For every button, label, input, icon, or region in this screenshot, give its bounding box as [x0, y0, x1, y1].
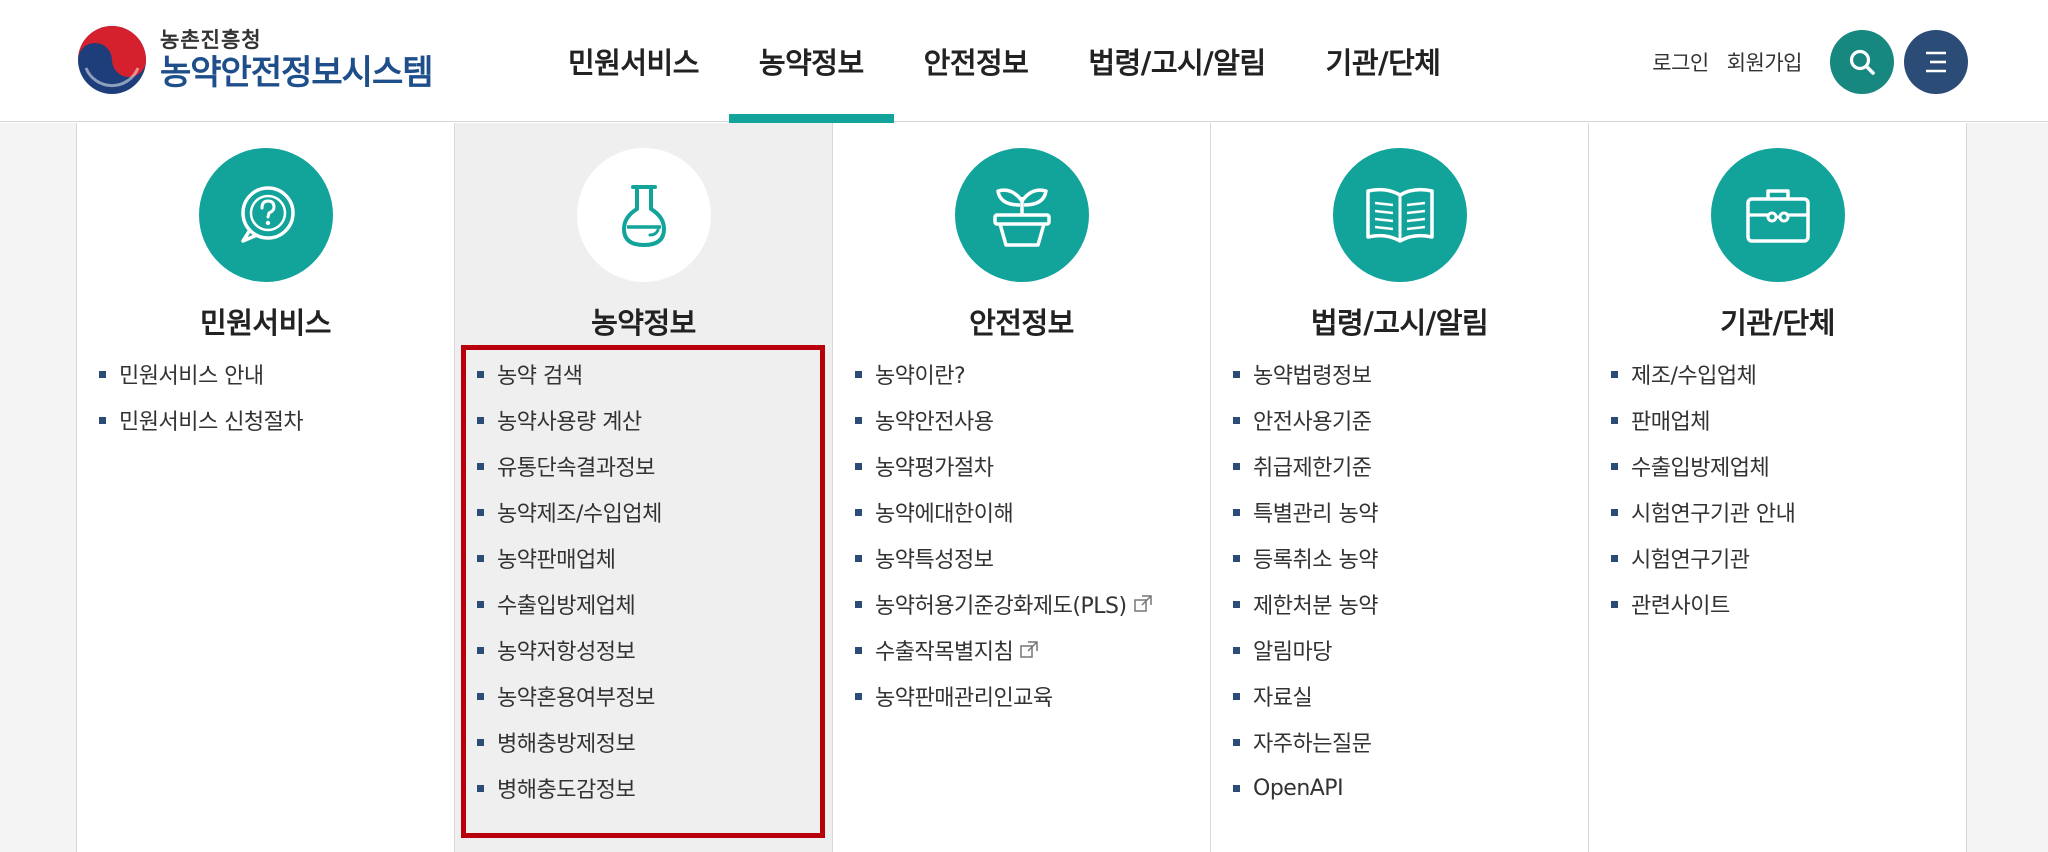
submenu-list: 농약법령정보 안전사용기준 취급제한기준 특별관리 농약 등록취소 농약 제한처… [1233, 351, 1378, 811]
submenu-item[interactable]: 농약이란? [855, 351, 1153, 397]
mega-menu-panel: 민원서비스 민원서비스 안내 민원서비스 신청절차 농약정보 농약 검색 농약사… [0, 123, 2048, 852]
flask-icon [577, 148, 711, 282]
submenu-list: 농약이란? 농약안전사용 농약평가절차 농약에대한이해 농약특성정보 농약허용기… [855, 351, 1153, 719]
submenu-item[interactable]: 농약평가절차 [855, 443, 1153, 489]
submenu-item[interactable]: 수출입방제업체 [1611, 443, 1795, 489]
submenu-item[interactable]: 취급제한기준 [1233, 443, 1378, 489]
submenu-item[interactable]: OpenAPI [1233, 765, 1378, 811]
submenu-item[interactable]: 판매업체 [1611, 397, 1795, 443]
nav-civil-service[interactable]: 민원서비스 [538, 0, 729, 122]
menu-column-civil-service: 민원서비스 민원서비스 안내 민원서비스 신청절차 [77, 123, 455, 852]
external-link-icon [1133, 594, 1153, 614]
sprout-pot-icon [955, 148, 1089, 282]
submenu-list: 농약 검색 농약사용량 계산 유통단속결과정보 농약제조/수입업체 농약판매업체… [477, 351, 662, 811]
column-title: 안전정보 [969, 306, 1074, 340]
submenu-item[interactable]: 농약법령정보 [1233, 351, 1378, 397]
submenu-item[interactable]: 농약사용량 계산 [477, 397, 662, 443]
submenu-item[interactable]: 등록취소 농약 [1233, 535, 1378, 581]
menu-column-organizations: 기관/단체 제조/수입업체 판매업체 수출입방제업체 시험연구기관 안내 시험연… [1589, 123, 1967, 852]
submenu-item[interactable]: 농약제조/수입업체 [477, 489, 662, 535]
nav-organizations[interactable]: 기관/단체 [1296, 0, 1471, 122]
submenu-item[interactable]: 관련사이트 [1611, 581, 1795, 627]
signup-link[interactable]: 회원가입 [1727, 47, 1803, 77]
site-header: 농촌진흥청 농약안전정보시스템 민원서비스 농약정보 안전정보 법령/고시/알림… [0, 0, 2048, 123]
search-button[interactable] [1830, 30, 1894, 94]
submenu-item[interactable]: 농약에대한이해 [855, 489, 1153, 535]
menu-column-pesticide-info: 농약정보 농약 검색 농약사용량 계산 유통단속결과정보 농약제조/수입업체 농… [455, 123, 833, 852]
question-chat-icon [199, 148, 333, 282]
site-logo[interactable]: 농촌진흥청 농약안전정보시스템 [76, 20, 434, 100]
external-link-icon [1019, 640, 1039, 660]
search-icon [1849, 49, 1875, 75]
submenu-item[interactable]: 시험연구기관 [1611, 535, 1795, 581]
column-title: 법령/고시/알림 [1310, 306, 1489, 340]
column-title: 민원서비스 [200, 306, 331, 340]
nav-safety-info[interactable]: 안전정보 [894, 0, 1059, 122]
submenu-item[interactable]: 농약판매업체 [477, 535, 662, 581]
nav-law-notice[interactable]: 법령/고시/알림 [1058, 0, 1295, 122]
open-book-icon [1333, 148, 1467, 282]
menu-column-law-notice: 법령/고시/알림 농약법령정보 안전사용기준 취급제한기준 특별관리 농약 등록… [1211, 123, 1589, 852]
submenu-item[interactable]: 농약저항성정보 [477, 627, 662, 673]
submenu-item[interactable]: 농약 검색 [477, 351, 662, 397]
submenu-item[interactable]: 유통단속결과정보 [477, 443, 662, 489]
submenu-item[interactable]: 안전사용기준 [1233, 397, 1378, 443]
menu-column-safety-info: 안전정보 농약이란? 농약안전사용 농약평가절차 농약에대한이해 농약특성정보 … [833, 123, 1211, 852]
submenu-item[interactable]: 특별관리 농약 [1233, 489, 1378, 535]
briefcase-icon [1711, 148, 1845, 282]
submenu-item[interactable]: 농약안전사용 [855, 397, 1153, 443]
main-navigation: 민원서비스 농약정보 안전정보 법령/고시/알림 기관/단체 [538, 0, 1471, 123]
submenu-item[interactable]: 병해충방제정보 [477, 719, 662, 765]
nav-pesticide-info[interactable]: 농약정보 [728, 0, 894, 123]
submenu-list: 제조/수입업체 판매업체 수출입방제업체 시험연구기관 안내 시험연구기관 관련… [1611, 351, 1796, 627]
submenu-item[interactable]: 자주하는질문 [1233, 719, 1378, 765]
submenu-item[interactable]: 병해충도감정보 [477, 765, 662, 811]
taegeuk-emblem-icon [78, 26, 146, 94]
column-title: 농약정보 [591, 306, 696, 340]
utility-menu: 로그인 회원가입 [1652, 30, 1968, 94]
all-menu-button[interactable] [1904, 30, 1968, 94]
submenu-item[interactable]: 제한처분 농약 [1233, 581, 1378, 627]
submenu-item[interactable]: 제조/수입업체 [1611, 351, 1795, 397]
submenu-item[interactable]: 농약혼용여부정보 [477, 673, 662, 719]
submenu-item[interactable]: 시험연구기관 안내 [1611, 489, 1796, 535]
submenu-item[interactable]: 농약판매관리인교육 [855, 673, 1153, 719]
submenu-item[interactable]: 민원서비스 신청절차 [99, 397, 304, 443]
column-title: 기관/단체 [1720, 306, 1835, 340]
submenu-item[interactable]: 민원서비스 안내 [99, 351, 303, 397]
hamburger-icon [1926, 51, 1946, 73]
submenu-item[interactable]: 자료실 [1233, 673, 1378, 719]
logo-title: 농약안전정보시스템 [160, 53, 434, 93]
submenu-list: 민원서비스 안내 민원서비스 신청절차 [99, 351, 304, 443]
submenu-item[interactable]: 농약특성정보 [855, 535, 1153, 581]
submenu-item[interactable]: 알림마당 [1233, 627, 1378, 673]
submenu-item[interactable]: 수출작목별지침 [855, 627, 1153, 673]
logo-subtitle: 농촌진흥청 [160, 28, 262, 52]
submenu-item[interactable]: 농약허용기준강화제도(PLS) [855, 581, 1153, 627]
submenu-item[interactable]: 수출입방제업체 [477, 581, 662, 627]
login-link[interactable]: 로그인 [1652, 47, 1709, 77]
